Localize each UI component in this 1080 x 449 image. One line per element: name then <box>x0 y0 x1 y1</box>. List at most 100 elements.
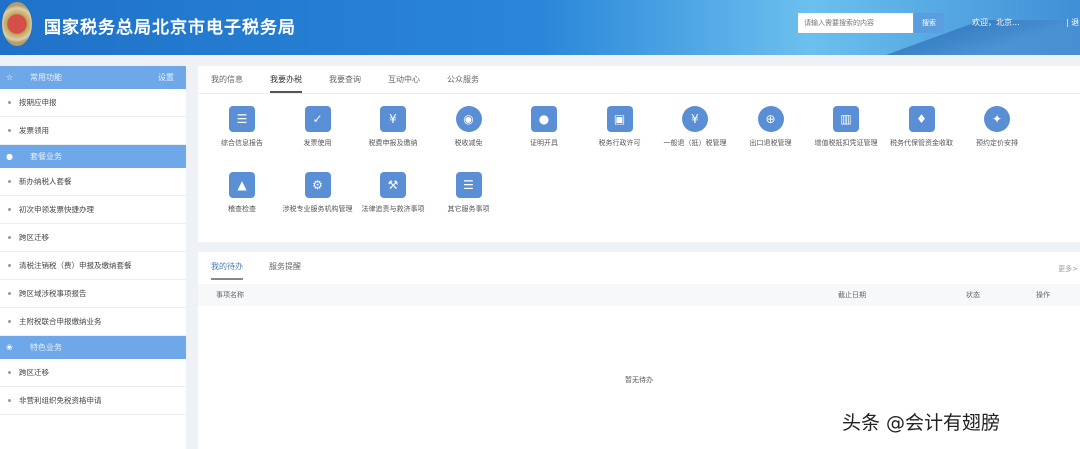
gavel-icon: ⚒ <box>380 172 406 198</box>
sidebar-item-label: 主附税联合申报缴纳业务 <box>19 317 102 326</box>
sidebar-item-label: 跨区迁移 <box>19 233 49 242</box>
sidebar-item-label: 新办纳税人套餐 <box>19 177 72 186</box>
main-tab[interactable]: 互动中心 <box>388 66 420 93</box>
sidebar-item-label: 非营利组织免税资格申请 <box>19 396 102 405</box>
watermark: 头条 @会计有翅膀 <box>842 412 1001 434</box>
bullet-icon <box>8 292 11 295</box>
service-coin[interactable]: ◉ 税收减免 <box>433 106 505 148</box>
sidebar-item-label: 跨区域涉税事项报告 <box>19 289 87 298</box>
service-label: 税费申报及缴纳 <box>368 139 418 147</box>
service-clipboard[interactable]: ☰ 其它服务事项 <box>433 172 505 214</box>
money-bag-hand-icon: ♦ <box>908 106 935 132</box>
col-deadline: 截止日期 <box>838 291 866 299</box>
service-label: 法律追责与救济事项 <box>361 205 425 213</box>
main-tab[interactable]: 我要查询 <box>329 66 361 93</box>
table-header: 事项名称 截止日期 状态 操作 <box>198 284 1080 306</box>
sidebar-item-label: 跨区迁移 <box>19 368 49 377</box>
sidebar-item[interactable]: 跨区迁移 <box>0 224 186 252</box>
service-label: 税收减免 <box>454 139 483 147</box>
service-label: 一般退（抵）税管理 <box>663 139 727 147</box>
sidebar-section-header[interactable]: ❀ 特色业务 <box>0 336 186 359</box>
col-item-name: 事项名称 <box>216 291 244 299</box>
service-money-bag-hand[interactable]: ♦ 税务代保管资金收取 <box>886 106 958 148</box>
todo-tabs: 我的待办 服务提醒 更多> <box>198 252 1080 280</box>
main-tab[interactable]: 公众服务 <box>447 66 479 93</box>
sidebar-item[interactable]: 初次申领发票快捷办理 <box>0 196 186 224</box>
tax-emblem-logo <box>2 2 32 46</box>
ticket-icon: ● <box>531 106 557 132</box>
bullet-icon <box>8 264 11 267</box>
site-title: 国家税务总局北京市电子税务局 <box>44 18 296 38</box>
service-label: 增值税抵扣凭证管理 <box>814 139 878 147</box>
sidebar-item[interactable]: 主附税联合申报缴纳业务 <box>0 308 186 336</box>
ledger-icon: ▥ <box>833 106 859 132</box>
sidebar-item[interactable]: 跨区域涉税事项报告 <box>0 280 186 308</box>
bullet-icon <box>8 180 11 183</box>
col-status: 状态 <box>966 291 980 299</box>
sidebar-item[interactable]: 发票领用 <box>0 117 186 145</box>
service-label: 稽查检查 <box>228 205 256 213</box>
service-label: 证明开具 <box>530 139 558 147</box>
service-panel: 我的信息 我要办税 我要查询 互动中心 公众服务 ☰ 综合信息报告 ✓ 发票使用 ¥ 税费申报及缴… <box>198 66 1080 242</box>
service-compass[interactable]: ✦ 预约定价安排 <box>961 106 1033 148</box>
bullet-icon <box>8 399 11 402</box>
service-ticket[interactable]: ● 证明开具 <box>508 106 580 148</box>
service-id-card[interactable]: ▣ 税务行政许可 <box>584 106 656 148</box>
sidebar-item[interactable]: 跨区迁移 <box>0 359 186 387</box>
logout-link[interactable]: | 退 <box>1066 17 1079 28</box>
package-icon: ● <box>6 152 13 161</box>
service-label: 预约定价安排 <box>976 139 1018 147</box>
clipboard-icon: ☰ <box>455 172 482 198</box>
search-button[interactable]: 搜索 <box>914 13 944 33</box>
sidebar-item[interactable]: 非营利组织免税资格申请 <box>0 387 186 415</box>
service-invoice-check[interactable]: ✓ 发票使用 <box>282 106 354 148</box>
sidebar-item-label: 清税注销税（费）申报及缴纳套餐 <box>19 261 132 270</box>
globe-icon: ⊕ <box>757 106 784 132</box>
sidebar-settings-link[interactable]: 设置 <box>158 72 174 83</box>
service-label: 税务代保管资金收取 <box>890 139 953 147</box>
sidebar-section-header[interactable]: ● 套餐业务 <box>0 145 186 168</box>
service-label: 出口退税管理 <box>749 139 792 147</box>
main-tab[interactable]: 我的信息 <box>211 66 243 93</box>
header: 国家税务总局北京市电子税务局 搜索 欢迎，北京... | 退 <box>0 0 1080 55</box>
bullet-icon <box>8 236 11 239</box>
bullet-icon <box>8 208 11 211</box>
user-icon: ▲ <box>229 172 255 198</box>
col-action: 操作 <box>1036 291 1050 299</box>
service-label: 涉税专业服务机构管理 <box>282 205 353 213</box>
service-globe[interactable]: ⊕ 出口退税管理 <box>735 106 807 148</box>
service-gavel[interactable]: ⚒ 法律追责与救济事项 <box>357 172 429 214</box>
service-label: 其它服务事项 <box>447 205 490 213</box>
sidebar-item[interactable]: 按期应申报 <box>0 89 186 117</box>
refund-cycle-icon: ¥ <box>682 106 708 132</box>
star-icon: ☆ <box>6 73 14 82</box>
service-label: 综合信息报告 <box>221 139 263 147</box>
bullet-icon <box>8 129 11 132</box>
sidebar: ☆ 常用功能 设置按期应申报 发票领用 ● 套餐业务新办纳税人套餐初次申领发票快捷办理 跨区… <box>0 66 186 449</box>
tab-service-reminder[interactable]: 服务提醒 <box>269 252 301 280</box>
main-tab[interactable]: 我要办税 <box>270 66 302 93</box>
service-user[interactable]: ▲ 稽查检查 <box>206 172 278 214</box>
sidebar-item[interactable]: 清税注销税（费）申报及缴纳套餐 <box>0 252 186 280</box>
wallet-yuan-icon: ¥ <box>380 106 406 132</box>
invoice-check-icon: ✓ <box>304 106 331 132</box>
sidebar-section-title: 常用功能 <box>30 73 62 82</box>
service-refund-cycle[interactable]: ¥ 一般退（抵）税管理 <box>659 106 731 148</box>
welcome-text: 欢迎，北京... <box>972 18 1020 27</box>
flower-icon: ❀ <box>6 343 13 352</box>
empty-state: 暂无待办 <box>625 376 653 384</box>
sidebar-section-header[interactable]: ☆ 常用功能 设置 <box>0 66 186 89</box>
service-wallet-yuan[interactable]: ¥ 税费申报及缴纳 <box>357 106 429 148</box>
user-gear-icon: ⚙ <box>304 172 331 198</box>
tab-my-todo[interactable]: 我的待办 <box>211 252 243 280</box>
service-label: 发票使用 <box>303 139 332 147</box>
more-link[interactable]: 更多> <box>1058 264 1078 274</box>
service-ledger[interactable]: ▥ 增值税抵扣凭证管理 <box>810 106 882 148</box>
clipboard-icon: ☰ <box>229 106 255 132</box>
service-clipboard[interactable]: ☰ 综合信息报告 <box>206 106 278 148</box>
service-user-gear[interactable]: ⚙ 涉税专业服务机构管理 <box>282 172 354 214</box>
search-input[interactable] <box>798 13 913 33</box>
sidebar-item[interactable]: 新办纳税人套餐 <box>0 168 186 196</box>
sidebar-item-label: 初次申领发票快捷办理 <box>19 205 94 214</box>
coin-icon: ◉ <box>455 106 482 132</box>
